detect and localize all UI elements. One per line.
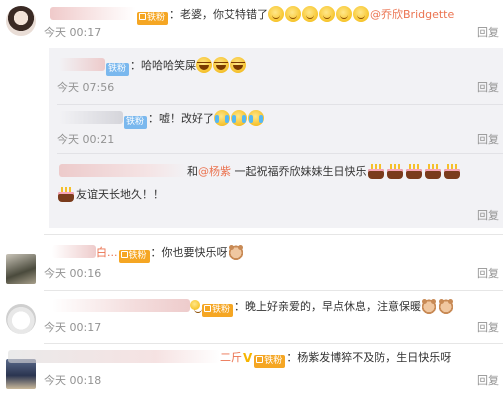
comment-item: 白... 铁粉 ：你也要快乐呀 今天 00:16 回复 (0, 238, 503, 290)
laugh-emoji-icon (196, 57, 213, 73)
smile-emoji-icon (268, 6, 285, 22)
divider (44, 290, 503, 291)
reply-button[interactable]: 回复 (477, 133, 499, 147)
cry-laugh-emoji-icon (231, 110, 248, 126)
laugh-emoji-icon (213, 57, 230, 73)
username-blurred[interactable] (59, 164, 187, 177)
divider (44, 234, 503, 235)
fan-badge[interactable]: 铁粉 (254, 355, 286, 368)
avatar[interactable] (6, 6, 36, 36)
username-blurred[interactable] (59, 58, 105, 71)
timestamp: 今天 07:56 (57, 81, 115, 94)
bear-emoji-icon (227, 244, 244, 260)
bear-emoji-icon (438, 298, 455, 314)
username-blurred[interactable] (59, 111, 123, 124)
comment-item: 二斤V 铁粉 ：杨紫发博猝不及防，生日快乐呀 今天 00:18 回复 (0, 345, 503, 399)
reply-button[interactable]: 回复 (477, 26, 499, 40)
smile-emoji-icon (336, 6, 353, 22)
username-suffix[interactable]: 二斤 (220, 351, 242, 364)
comment-text: 二斤V 铁粉 ：杨紫发博猝不及防，生日快乐呀 (8, 350, 451, 368)
comment-item: 铁粉 ：老婆，你艾特错了 @乔欣Bridgette 今天 00:17 回复 铁粉 ：哈… (0, 0, 503, 228)
bear-emoji-icon (421, 298, 438, 314)
divider (44, 343, 503, 344)
timestamp: 今天 00:21 (57, 133, 115, 146)
fan-badge[interactable]: 铁粉 (124, 116, 148, 129)
birthday-cake-icon (386, 163, 404, 179)
username-blurred[interactable] (52, 245, 96, 258)
comment-text: 铁粉 ：晚上好亲爱的，早点休息，注意保暖 (52, 298, 455, 317)
mention-link[interactable]: @杨紫 (198, 165, 231, 178)
username-blurred[interactable] (8, 350, 220, 363)
reply-button[interactable]: 回复 (477, 374, 499, 388)
avatar[interactable] (6, 304, 36, 334)
fan-badge[interactable]: 铁粉 (202, 304, 234, 317)
fan-badge[interactable]: 铁粉 (137, 12, 169, 25)
fan-badge[interactable]: 铁粉 (106, 63, 130, 76)
reply-text: 铁粉 ：嘘！改好了 (59, 110, 265, 129)
birthday-cake-icon (424, 163, 442, 179)
timestamp: 今天 00:18 (44, 374, 102, 387)
smile-emoji-icon (302, 6, 319, 22)
divider (57, 153, 503, 154)
birthday-cake-icon (57, 186, 75, 202)
reply-button[interactable]: 回复 (477, 209, 499, 223)
smile-emoji-icon (353, 6, 370, 22)
reply-text-line2: 友谊天长地久！！ (57, 186, 164, 202)
birthday-cake-icon (367, 163, 385, 179)
mention-link[interactable]: @乔欣Bridgette (370, 8, 454, 21)
cry-laugh-emoji-icon (214, 110, 231, 126)
username-blurred[interactable] (50, 7, 136, 20)
smile-emoji-icon (285, 6, 302, 22)
comment-text: 铁粉 ：老婆，你艾特错了 @乔欣Bridgette (50, 6, 454, 25)
reply-text: 和@杨紫 一起祝福乔欣妹妹生日快乐 (59, 163, 462, 179)
fan-badge[interactable]: 铁粉 (118, 250, 150, 263)
comment-text: 白... 铁粉 ：你也要快乐呀 (52, 244, 245, 263)
divider (57, 104, 503, 105)
reply-button[interactable]: 回复 (477, 321, 499, 335)
avatar[interactable] (6, 254, 36, 284)
cry-laugh-emoji-icon (248, 110, 265, 126)
smile-emoji-icon (319, 6, 336, 22)
username-blurred[interactable] (52, 299, 190, 312)
vip-v-icon: V (243, 351, 253, 365)
birthday-cake-icon (443, 163, 461, 179)
timestamp: 今天 00:17 (44, 26, 102, 39)
reply-button[interactable]: 回复 (477, 81, 499, 95)
birthday-cake-icon (405, 163, 423, 179)
timestamp: 今天 00:16 (44, 267, 102, 280)
laugh-emoji-icon (230, 57, 247, 73)
reply-button[interactable]: 回复 (477, 267, 499, 281)
timestamp: 今天 00:17 (44, 321, 102, 334)
smile-emoji-icon (190, 300, 202, 313)
reply-text: 铁粉 ：哈哈哈笑屎 (59, 57, 247, 76)
comment-item: 铁粉 ：晚上好亲爱的，早点休息，注意保暖 今天 00:17 回复 (0, 292, 503, 344)
username-suffix[interactable]: 白... (96, 246, 118, 259)
reply-thread: 铁粉 ：哈哈哈笑屎 今天 07:56 回复 铁粉 ：嘘！改好了 今天 00:21 回… (49, 48, 503, 228)
